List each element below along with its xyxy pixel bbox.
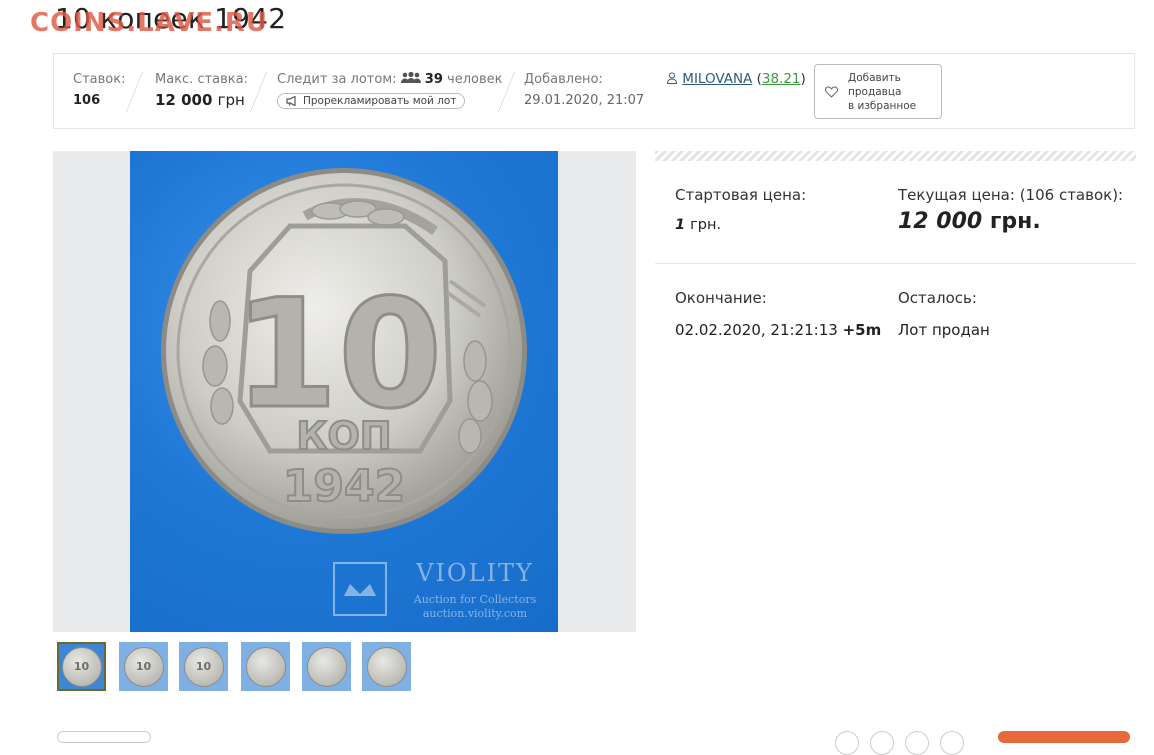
divider — [249, 72, 268, 112]
watchers-line: Следит за лотом: 39 человек — [277, 71, 503, 87]
start-price-block: Стартовая цена: 1 грн. — [675, 186, 806, 233]
bottom-action-button[interactable] — [998, 731, 1130, 743]
remaining-label: Осталось: — [898, 289, 977, 307]
added-value: 29.01.2020, 21:07 — [524, 93, 645, 108]
violity-watermark: VIOLITY Auction for Collectors auction.v… — [333, 559, 537, 620]
seller-rating[interactable]: 38.21 — [762, 71, 801, 87]
thumbnail[interactable] — [362, 642, 411, 691]
end-value: 02.02.2020, 21:21:13 +5m — [675, 321, 882, 339]
thumbnail[interactable]: 10 — [57, 642, 106, 691]
coin-year: 1942 — [283, 461, 405, 512]
svg-text:Auction for Collectors: Auction for Collectors — [413, 593, 537, 606]
heart-icon — [825, 85, 838, 98]
watchers-count: 39 — [424, 72, 443, 87]
user-icon — [666, 72, 678, 84]
decorative-stripe — [655, 151, 1136, 161]
lot-info-bar: Ставок: 106 Макс. ставка: 12 000 грн Сле… — [53, 53, 1135, 129]
svg-text:VIOLITY: VIOLITY — [415, 559, 534, 587]
bids-label: Ставок: — [73, 72, 126, 87]
max-bid-block: Макс. ставка: 12 000 грн — [155, 72, 248, 109]
megaphone-icon — [286, 96, 296, 106]
current-price-block: Текущая цена: (106 ставок): 12 000 грн. — [898, 186, 1123, 234]
add-seller-favorite-button[interactable]: Добавить продавца в избранное — [814, 64, 942, 119]
bids-block: Ставок: 106 — [73, 72, 125, 108]
svg-text:auction.violity.com: auction.violity.com — [423, 607, 528, 620]
added-block: Добавлено: 29.01.2020, 21:07 — [524, 72, 644, 108]
remaining-value: Лот продан — [898, 321, 990, 339]
max-bid-value: 12 000 грн — [155, 91, 245, 109]
bottom-pill[interactable] — [57, 731, 151, 743]
added-label: Добавлено: — [524, 72, 603, 87]
start-price-label: Стартовая цена: — [675, 186, 807, 204]
fav-button-text: Добавить продавца в избранное — [848, 71, 917, 112]
coin-image: 10 КОП 1942 VIOLITY Auction for Collecto… — [161, 168, 537, 620]
thumbnail[interactable] — [302, 642, 351, 691]
thumbnail[interactable]: 10 — [119, 642, 168, 691]
current-price-label: Текущая цена: (106 ставок): — [898, 186, 1124, 204]
people-icon — [400, 71, 421, 83]
start-price-value: 1 грн. — [675, 217, 722, 233]
main-coin-photo[interactable]: 10 КОП 1942 VIOLITY Auction for Collecto… — [130, 151, 558, 632]
end-label: Окончание: — [675, 289, 767, 307]
watchers-block: Следит за лотом: 39 человек Прорекламиро… — [277, 71, 503, 110]
bids-value: 106 — [73, 93, 101, 108]
remaining-block: Осталось: Лот продан — [898, 289, 990, 339]
end-block: Окончание: 02.02.2020, 21:21:13 +5m — [675, 289, 881, 339]
thumbnail[interactable]: 10 — [179, 642, 228, 691]
promote-lot-button[interactable]: Прорекламировать мой лот — [277, 93, 466, 109]
main-photo-frame: 10 КОП 1942 VIOLITY Auction for Collecto… — [53, 151, 636, 632]
current-price-value: 12 000 грн. — [898, 209, 1041, 234]
divider — [125, 72, 144, 112]
coin-unit: КОП — [296, 414, 391, 458]
thumbnail[interactable] — [241, 642, 290, 691]
site-watermark: COINS.LAVE.RU — [30, 8, 269, 38]
seller-info: MILOVANA (38.21) — [666, 71, 806, 87]
seller-link[interactable]: MILOVANA — [682, 71, 752, 87]
price-divider — [655, 263, 1136, 264]
max-bid-label: Макс. ставка: — [155, 72, 248, 87]
